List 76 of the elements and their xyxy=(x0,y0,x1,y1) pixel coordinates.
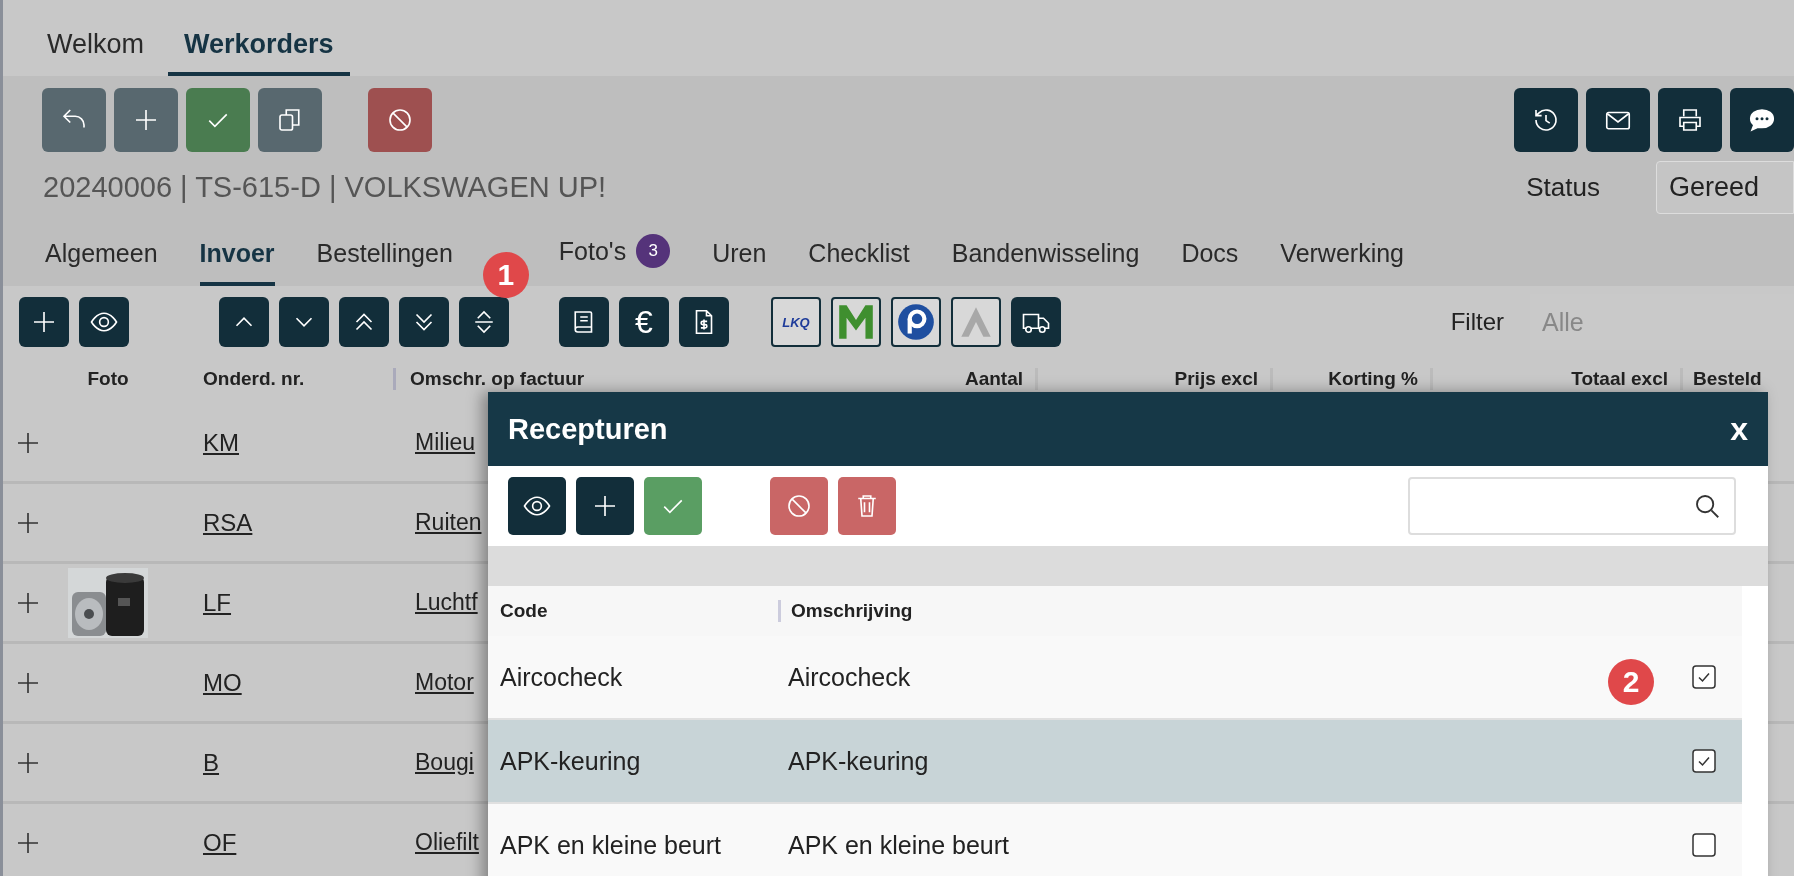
description-link[interactable]: Milieu xyxy=(415,429,476,455)
checkbox[interactable] xyxy=(1692,665,1716,689)
checkbox[interactable] xyxy=(1692,833,1716,857)
part-number-link[interactable]: OF xyxy=(203,828,237,856)
filter-label: Filter xyxy=(1450,308,1504,336)
supplier-button[interactable] xyxy=(951,297,1001,347)
step-marker: 1 xyxy=(482,252,529,298)
search-field[interactable] xyxy=(1408,477,1736,535)
column-header: Foto xyxy=(86,368,130,390)
table-cell-text: APK-keuring xyxy=(499,746,642,776)
move-button[interactable] xyxy=(219,297,269,347)
logo-icon xyxy=(895,301,937,343)
recipes-button[interactable] xyxy=(559,297,609,347)
move-button[interactable] xyxy=(459,297,509,347)
section-tab[interactable]: Algemeen xyxy=(45,239,158,286)
history-button[interactable] xyxy=(1514,88,1578,152)
view-button[interactable] xyxy=(508,477,566,535)
status-select[interactable]: Gereed xyxy=(1656,160,1794,214)
invoice-button[interactable] xyxy=(679,297,729,347)
close-button[interactable]: x xyxy=(1724,410,1754,448)
add-button[interactable] xyxy=(576,477,634,535)
section-tab[interactable]: Foto's 3 xyxy=(558,234,671,286)
count-badge: 3 xyxy=(636,234,671,268)
recipe-row[interactable]: APK-keuring APK-keuring xyxy=(488,720,1742,804)
main-tab[interactable]: Welkom xyxy=(31,29,161,76)
section-tab[interactable]: Checklist xyxy=(808,239,910,286)
section-tab[interactable]: Verwerking xyxy=(1280,239,1404,286)
description-link[interactable]: Luchtf xyxy=(415,589,478,615)
part-number-link[interactable]: MO xyxy=(203,668,242,696)
price-button[interactable]: € xyxy=(619,297,669,347)
part-number-link[interactable]: KM xyxy=(203,428,239,456)
supplier-button[interactable]: LKQ xyxy=(771,297,821,347)
description-link[interactable]: Bougi xyxy=(415,749,474,775)
recipe-row[interactable]: APK en kleine beurt APK en kleine beurt xyxy=(488,804,1742,876)
column-header: Omschrijving xyxy=(778,600,913,622)
part-number-link[interactable]: LF xyxy=(203,588,231,616)
section-tab[interactable]: Bestellingen xyxy=(316,239,453,286)
back-button[interactable] xyxy=(42,88,106,152)
status-label: Status xyxy=(1526,171,1600,203)
cancel-button[interactable] xyxy=(368,88,432,152)
table-cell-text: Aircocheck xyxy=(499,662,624,692)
section-tab[interactable]: Invoer xyxy=(199,239,275,286)
description-link[interactable]: Motor xyxy=(415,669,474,695)
check-button[interactable] xyxy=(186,88,250,152)
work-order-title: 20240006 | TS-615-D | VOLKSWAGEN UP! xyxy=(43,170,607,204)
supplier-button[interactable] xyxy=(831,297,881,347)
table-cell-text: APK en kleine beurt xyxy=(499,830,722,860)
part-number-link[interactable]: B xyxy=(203,748,219,776)
print-button[interactable] xyxy=(1658,88,1722,152)
description-link[interactable]: Ruiten xyxy=(415,509,482,535)
view-button[interactable] xyxy=(79,297,129,347)
checkbox[interactable] xyxy=(1692,749,1716,773)
delivery-button[interactable] xyxy=(1011,297,1061,347)
table-cell-text: APK-keuring xyxy=(787,746,929,776)
mail-button[interactable] xyxy=(1586,88,1650,152)
section-tab[interactable]: Docs xyxy=(1181,239,1239,286)
chat-button[interactable] xyxy=(1730,88,1794,152)
column-header: Onderd. nr. xyxy=(202,368,306,390)
dialog-title: Recepturen xyxy=(508,412,669,446)
move-button[interactable] xyxy=(339,297,389,347)
add-button[interactable] xyxy=(19,297,69,347)
part-number-link[interactable]: RSA xyxy=(203,508,253,536)
column-header: Code xyxy=(499,600,549,622)
cancel-button[interactable] xyxy=(770,477,828,535)
section-tab[interactable]: Uren xyxy=(712,239,767,286)
delete-button[interactable] xyxy=(838,477,896,535)
move-button[interactable] xyxy=(279,297,329,347)
table-cell-text: APK en kleine beurt xyxy=(787,830,1009,860)
table-cell-text: Aircocheck xyxy=(787,662,911,692)
copy-button[interactable] xyxy=(258,88,322,152)
column-header: Besteld xyxy=(1692,368,1763,390)
section-tab[interactable]: Bandenwisseling xyxy=(951,239,1140,286)
move-button[interactable] xyxy=(399,297,449,347)
description-link[interactable]: Oliefilt xyxy=(415,829,479,855)
supplier-button[interactable] xyxy=(891,297,941,347)
plus-button[interactable] xyxy=(114,88,178,152)
